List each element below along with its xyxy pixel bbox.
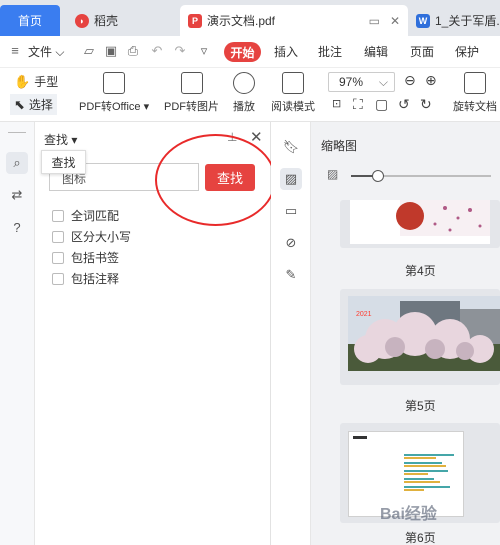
help-icon[interactable]: ? [6, 216, 28, 238]
daoke-icon: ◗ [75, 13, 89, 28]
option-include-comments[interactable]: 包括注释 [52, 270, 119, 287]
open-folder-icon[interactable]: ▱ [82, 44, 96, 58]
thumbnail-size-slider[interactable]: ▨ [311, 160, 500, 190]
attachment-icon[interactable]: ⊘ [280, 232, 302, 254]
book-icon [282, 72, 304, 94]
image-icon: ▨ [327, 167, 339, 181]
tab-bar: 首页 ◗ 稻壳 P 演示文档.pdf ▭ ✕ W 1_关于军盾. [0, 0, 500, 36]
pdf-icon: P [188, 13, 202, 28]
hand-icon: ✋ [14, 73, 31, 89]
tab-word-doc[interactable]: W 1_关于军盾. [410, 5, 500, 36]
checkbox[interactable] [52, 251, 64, 264]
signature-icon[interactable]: ✎ [280, 264, 302, 286]
pdf-to-image-icon [180, 72, 203, 94]
menu-edit[interactable]: 编辑 [364, 43, 388, 60]
play-button[interactable]: 播放 [233, 72, 255, 114]
pdf-to-office-button[interactable]: PDF转Office ▾ [79, 72, 149, 114]
save-icon[interactable]: ▣ [104, 44, 118, 58]
rotate-document-button[interactable]: 旋转文档 [453, 72, 497, 114]
page-thumbnail-4[interactable] [340, 200, 500, 248]
page5-year: 2021 [356, 311, 372, 318]
select-tool[interactable]: ⬉ 选择 [10, 94, 57, 115]
close-tab-icon[interactable]: ✕ [390, 14, 400, 28]
menu-protect[interactable]: 保护 [455, 43, 479, 60]
menu-hamburger-icon[interactable]: ≡ [8, 44, 22, 58]
bookmark-icon[interactable]: 🔖︎ [280, 136, 302, 158]
page-label-5: 第5页 [405, 399, 436, 413]
tab-home[interactable]: 首页 [0, 5, 60, 36]
cursor-icon: ⬉ [14, 96, 25, 112]
zoom-select[interactable]: 97% ⌵ [328, 72, 395, 92]
read-mode-button[interactable]: 阅读模式 [271, 72, 315, 114]
chevron-down-icon: ⌵ [378, 75, 388, 89]
actual-size-icon[interactable]: ⊡ [332, 97, 341, 110]
fit-page-icon[interactable]: ⛶ [353, 96, 363, 113]
search-icon[interactable]: ⌕ [6, 152, 28, 174]
page-thumbnail-5[interactable]: 2021 [340, 289, 500, 385]
menu-start[interactable]: 开始 [224, 42, 261, 62]
menu-file[interactable]: 文件 ⌵ [28, 43, 64, 60]
search-panel-title[interactable]: 查找 ▾ [44, 131, 77, 148]
pdf-to-image-button[interactable]: PDF转图片 [164, 72, 219, 114]
hand-tool[interactable]: ✋ 手型 [14, 73, 58, 90]
page4-image [396, 200, 490, 236]
watermark: Bai经验 [380, 506, 437, 523]
tab-daoke[interactable]: ◗ 稻壳 [65, 5, 177, 36]
rotate-icon [464, 72, 486, 94]
checkbox[interactable] [52, 230, 64, 243]
menu-page[interactable]: 页面 [410, 43, 434, 60]
rotate-right-icon[interactable]: ↻ [420, 96, 432, 113]
page-label-4: 第4页 [405, 264, 436, 278]
more-dropdown-icon[interactable]: ▿ [197, 44, 211, 58]
menu-insert[interactable]: 插入 [274, 43, 298, 60]
option-include-bookmarks[interactable]: 包括书签 [52, 249, 119, 266]
checkbox[interactable] [52, 209, 64, 222]
zoom-out-icon[interactable]: ⊖ [404, 72, 416, 89]
fit-width-icon[interactable]: ▢ [375, 96, 388, 113]
checkbox[interactable] [52, 272, 64, 285]
highlight-ellipse [155, 134, 276, 226]
word-icon: W [416, 13, 430, 28]
page-label-6: 第6页 [405, 531, 436, 545]
option-match-case[interactable]: 区分大小写 [52, 228, 131, 245]
menu-bar: ≡ 文件 ⌵ ▱ ▣ ⎙ ↶ ↷ ▿ 开始 插入 批注 编辑 页面 保护 [0, 36, 500, 68]
search-tooltip: 查找 [41, 150, 86, 174]
redo-icon[interactable]: ↷ [173, 44, 187, 58]
replace-icon[interactable]: ⇄ [6, 184, 28, 206]
comment-icon[interactable]: ▭ [280, 200, 302, 222]
thumbnail-icon[interactable]: ▨ [280, 168, 302, 190]
play-icon [233, 72, 255, 94]
option-whole-word[interactable]: 全词匹配 [52, 207, 119, 224]
undo-icon[interactable]: ↶ [150, 44, 164, 58]
zoom-in-icon[interactable]: ⊕ [425, 72, 437, 89]
rotate-left-icon[interactable]: ↺ [398, 96, 410, 113]
page5-image: 2021 [348, 296, 500, 371]
print-icon[interactable]: ⎙ [126, 44, 140, 58]
slider-handle[interactable] [372, 170, 384, 182]
panel-switcher: 🔖︎ ▨ ▭ ⊘ ✎ [271, 122, 311, 545]
thumbnail-title: 缩略图 [321, 139, 358, 153]
menu-comment[interactable]: 批注 [318, 43, 342, 60]
pdf-to-office-icon [103, 72, 126, 94]
left-sidebar: ⌕ ⇄ ? [0, 122, 35, 545]
window-icon[interactable]: ▭ [369, 14, 380, 28]
tab-document[interactable]: P 演示文档.pdf ▭ ✕ [180, 5, 408, 36]
